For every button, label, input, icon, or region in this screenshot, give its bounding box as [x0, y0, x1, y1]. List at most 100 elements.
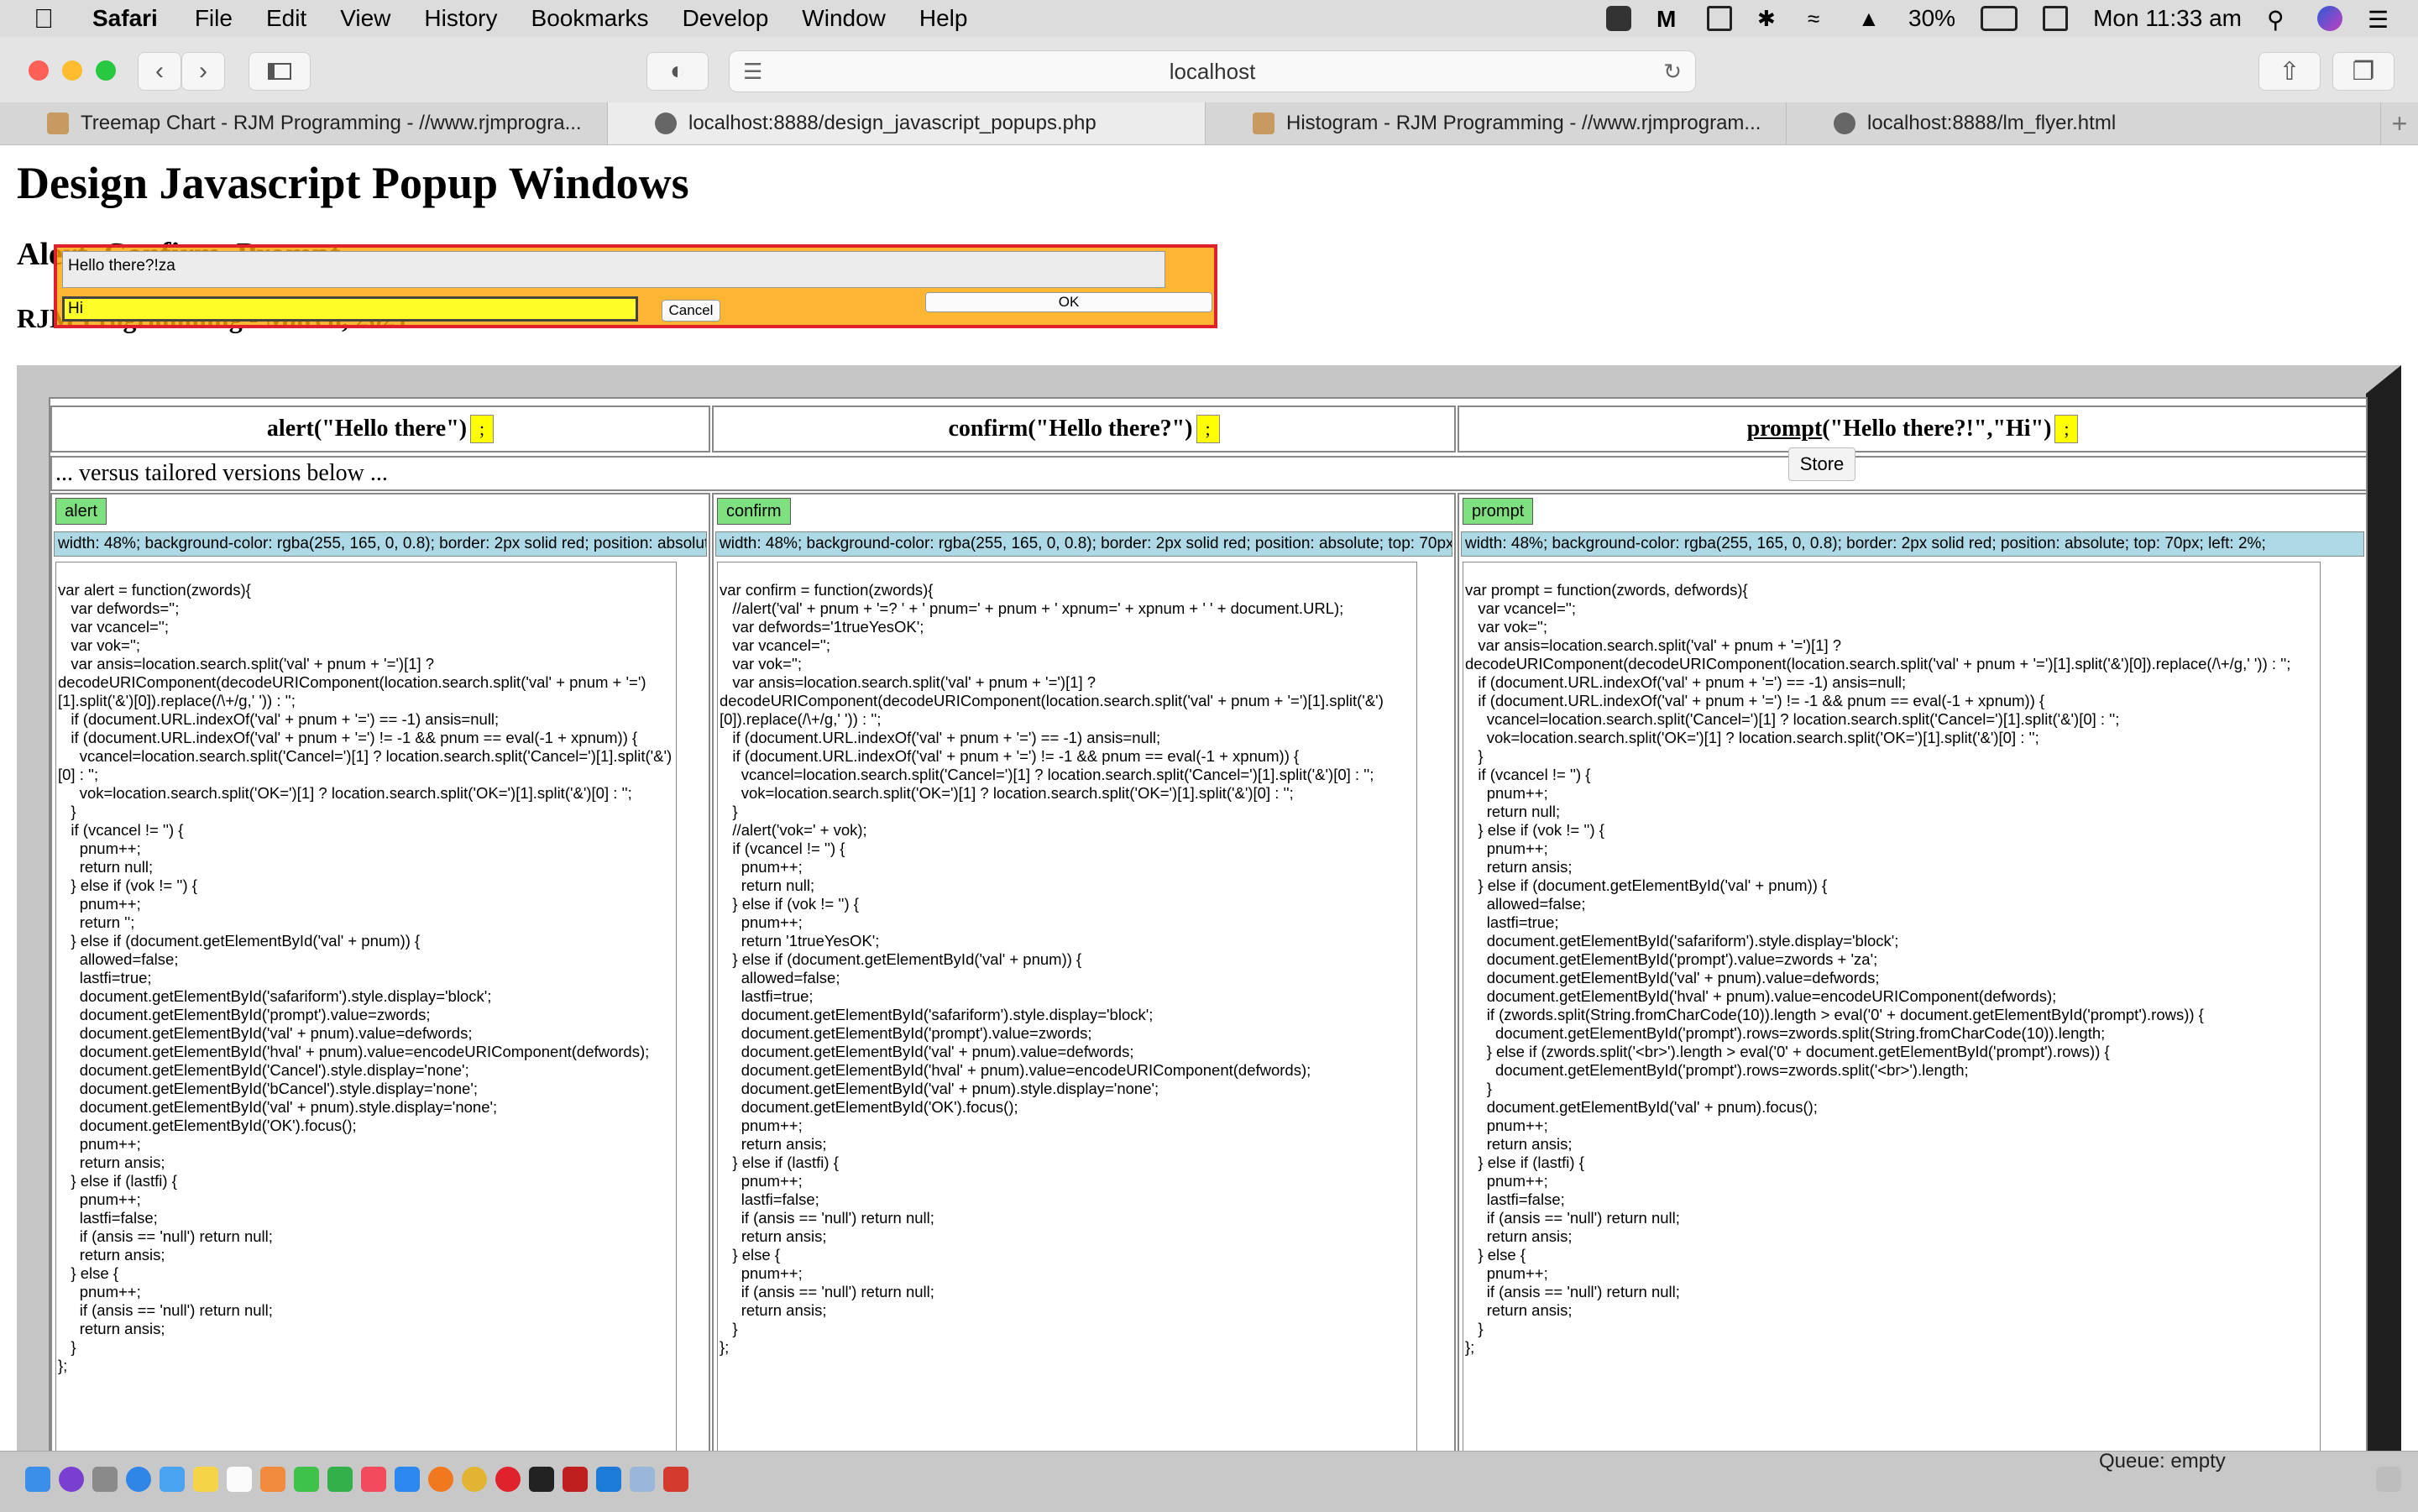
chrome-icon[interactable]	[462, 1467, 487, 1492]
tab-label: Histogram - RJM Programming - //www.rjmp…	[1286, 112, 1761, 134]
privacy-report-button[interactable]: ◐	[646, 52, 709, 91]
menu-bookmarks[interactable]: Bookmarks	[531, 5, 649, 32]
menu-window[interactable]: Window	[802, 5, 886, 32]
menu-view[interactable]: View	[340, 5, 390, 32]
launchpad-icon[interactable]	[92, 1467, 118, 1492]
header-confirm-text: confirm("Hello there?")	[948, 416, 1193, 442]
siri-icon[interactable]	[2317, 6, 2342, 31]
messages-icon[interactable]	[294, 1467, 319, 1492]
menu-help[interactable]: Help	[919, 5, 968, 32]
rjm-favicon-icon	[47, 112, 69, 134]
finder-icon[interactable]	[25, 1467, 50, 1492]
volume-icon[interactable]: ▲	[1858, 6, 1883, 31]
alert-code-textarea[interactable]: var alert = function(zwords){ var defwor…	[55, 562, 677, 1451]
alert-css-field[interactable]: width: 48%; background-color: rgba(255, …	[54, 531, 707, 557]
trash-icon[interactable]	[2376, 1467, 2401, 1492]
menu-file[interactable]: File	[195, 5, 233, 32]
popup-answer-input[interactable]	[62, 296, 638, 322]
menu-edit[interactable]: Edit	[266, 5, 306, 32]
bluetooth-icon[interactable]: ✱	[1757, 6, 1782, 31]
filezilla-icon[interactable]	[563, 1467, 588, 1492]
clock[interactable]: Mon 11:33 am	[2093, 5, 2242, 32]
tab-label: Treemap Chart - RJM Programming - //www.…	[81, 112, 582, 134]
xcode-icon[interactable]	[596, 1467, 621, 1492]
tab-design-popups[interactable]: localhost:8888/design_javascript_popups.…	[608, 102, 1206, 144]
window-minimize-button[interactable]	[62, 60, 82, 81]
tabs-icon: ❐	[2352, 57, 2375, 86]
alert-button[interactable]: alert	[55, 498, 107, 525]
sidebar-button[interactable]	[249, 52, 311, 91]
tab-lm-flyer[interactable]: localhost:8888/lm_flyer.html	[1787, 102, 2381, 144]
music-icon[interactable]	[361, 1467, 386, 1492]
reader-icon[interactable]: ☰	[743, 59, 762, 85]
tab-label: localhost:8888/design_javascript_popups.…	[688, 112, 1096, 134]
battery-percent[interactable]: 30%	[1908, 5, 1955, 32]
menu-bar:  Safari File Edit View History Bookmark…	[0, 0, 2418, 37]
mail-icon[interactable]	[160, 1467, 185, 1492]
apple-logo-icon[interactable]: 	[34, 3, 67, 34]
popup-message-textarea[interactable]: Hello there?!za	[62, 251, 1165, 288]
page-title: Design Javascript Popup Windows	[17, 158, 689, 208]
safari-dock-icon[interactable]	[126, 1467, 151, 1492]
prompt-popup: Hello there?!za Cancel OK	[54, 244, 1217, 328]
pdf-icon[interactable]	[663, 1467, 688, 1492]
confirm-css-field[interactable]: width: 48%; background-color: rgba(255, …	[715, 531, 1452, 557]
popup-ok-button[interactable]: OK	[925, 292, 1212, 312]
firefox-icon[interactable]	[428, 1467, 453, 1492]
window-close-button[interactable]	[29, 60, 49, 81]
store-tooltip: Store	[1788, 447, 1855, 481]
tab-histogram[interactable]: Histogram - RJM Programming - //www.rjmp…	[1206, 102, 1787, 144]
notes-icon[interactable]	[193, 1467, 218, 1492]
run-prompt-button[interactable]: ;	[2054, 415, 2079, 443]
facetime-icon[interactable]	[327, 1467, 353, 1492]
status-app-icon[interactable]	[1606, 6, 1632, 31]
versus-note: ... versus tailored versions below ...	[50, 456, 2368, 491]
notification-center-icon[interactable]: ☰	[2368, 6, 2393, 33]
calendar-icon[interactable]	[2043, 6, 2069, 31]
alert-column: alert width: 48%; background-color: rgba…	[50, 493, 710, 1451]
airplay-icon[interactable]	[1707, 6, 1733, 31]
browser-toolbar: ‹ › ◐ ☰ localhost ↻ ⇧ ❐	[0, 37, 2418, 103]
shield-icon: ◐	[669, 57, 686, 85]
menu-develop[interactable]: Develop	[683, 5, 769, 32]
wifi-icon[interactable]: ≈	[1808, 6, 1833, 31]
prompt-button[interactable]: prompt	[1463, 498, 1534, 525]
window-zoom-button[interactable]	[96, 60, 116, 81]
preview-icon[interactable]	[630, 1467, 655, 1492]
menu-app-name[interactable]: Safari	[92, 5, 158, 32]
popup-cancel-button[interactable]: Cancel	[662, 300, 720, 322]
rjm-favicon-icon	[1253, 112, 1274, 134]
share-button[interactable]: ⇧	[2258, 52, 2321, 91]
menu-history[interactable]: History	[424, 5, 497, 32]
terminal-icon[interactable]	[529, 1467, 554, 1492]
prompt-code-textarea[interactable]: var prompt = function(zwords, defwords){…	[1463, 562, 2321, 1451]
header-confirm: confirm("Hello there?") ;	[712, 405, 1456, 453]
confirm-button[interactable]: confirm	[717, 498, 791, 525]
queue-status: Queue: empty	[2099, 1450, 2226, 1473]
reload-icon[interactable]: ↻	[1663, 59, 1682, 85]
header-prompt-args: ("Hello there?!","Hi")	[1822, 416, 2052, 442]
tab-bar: Treemap Chart - RJM Programming - //www.…	[0, 102, 2418, 145]
run-alert-button[interactable]: ;	[470, 415, 495, 443]
siri-dock-icon[interactable]	[59, 1467, 84, 1492]
chevron-left-icon: ‹	[155, 57, 164, 85]
tab-overview-button[interactable]: ❐	[2332, 52, 2394, 91]
forward-button[interactable]: ›	[181, 52, 225, 91]
opera-icon[interactable]	[495, 1467, 521, 1492]
back-button[interactable]: ‹	[138, 52, 181, 91]
calendar-dock-icon[interactable]	[227, 1467, 252, 1492]
header-prompt-link[interactable]: prompt	[1747, 416, 1823, 442]
chevron-right-icon: ›	[199, 57, 207, 85]
spotlight-search-icon[interactable]: ⚲	[2267, 6, 2292, 33]
prompt-css-field[interactable]: width: 48%; background-color: rgba(255, …	[1461, 531, 2364, 557]
new-tab-button[interactable]: +	[2381, 102, 2418, 144]
tab-treemap[interactable]: Treemap Chart - RJM Programming - //www.…	[0, 102, 608, 144]
status-area: M ✱ ≈ ▲ 30% Mon 11:33 am ⚲ ☰	[1606, 0, 2393, 37]
confirm-code-textarea[interactable]: var confirm = function(zwords){ //alert(…	[717, 562, 1417, 1451]
battery-icon[interactable]	[1981, 6, 2018, 31]
photos-icon[interactable]	[260, 1467, 285, 1492]
address-bar[interactable]: ☰ localhost ↻	[729, 50, 1696, 92]
malwarebytes-icon[interactable]: M	[1656, 6, 1682, 32]
appstore-icon[interactable]	[395, 1467, 420, 1492]
run-confirm-button[interactable]: ;	[1196, 415, 1220, 443]
